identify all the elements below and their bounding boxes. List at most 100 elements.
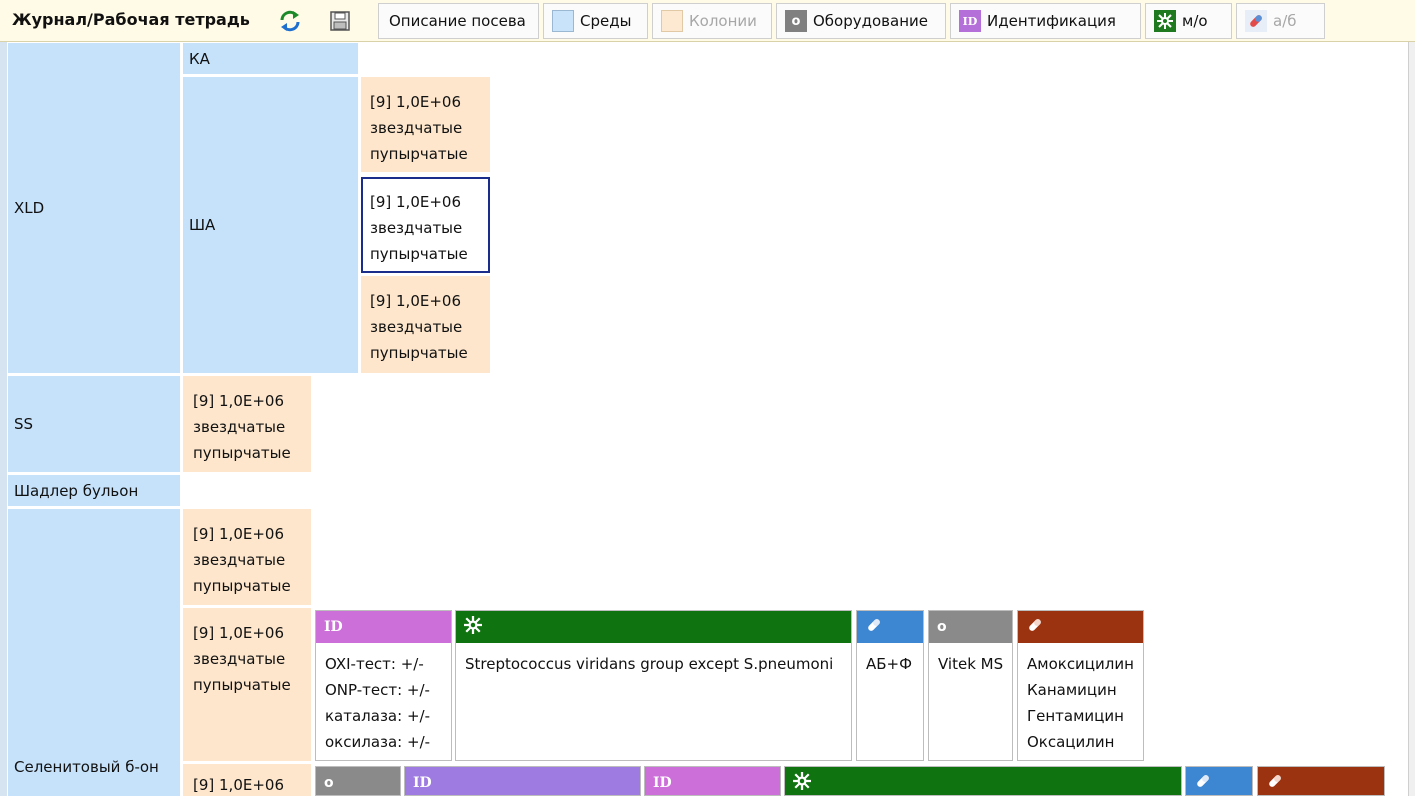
antibiotics-box[interactable]: Амоксицилин Канамицин Гентамицин Оксацил… bbox=[1017, 610, 1144, 761]
equipment-box[interactable]: o Vitek MS bbox=[928, 610, 1013, 761]
colony-card[interactable]: [9] 1,0E+06 звездчатые пупырчатые bbox=[183, 376, 311, 472]
identification-icon: ID bbox=[959, 10, 981, 32]
microorganism-name: Streptococcus viridans group except S.pn… bbox=[465, 655, 834, 673]
media-selenite-label: Селенитовый б-он bbox=[14, 758, 159, 776]
colony-count: [9] 1,0E+06 bbox=[193, 392, 285, 410]
colony-surface: пупырчатые bbox=[193, 444, 291, 462]
pill-icon bbox=[1194, 772, 1212, 794]
seeding-description-button[interactable]: Описание посева bbox=[378, 3, 539, 39]
left-edge-bar bbox=[0, 42, 7, 796]
colony-card[interactable]: [9] 1,0E+06 звездчатые пупырчатые bbox=[361, 77, 490, 172]
id-icon: ID bbox=[653, 775, 672, 791]
id-icon: ID bbox=[324, 619, 343, 635]
media-button[interactable]: Среды bbox=[543, 3, 648, 39]
colonies-button[interactable]: Колонии bbox=[652, 3, 772, 39]
identification-box[interactable]: ID bbox=[644, 766, 781, 796]
media-shadler-broth[interactable]: Шадлер бульон bbox=[8, 475, 180, 506]
ab-method-value: АБ+Ф bbox=[866, 655, 913, 673]
microorganism-header bbox=[785, 767, 1181, 795]
test-result: ONP-тест: +/- bbox=[325, 681, 430, 699]
microorganism-icon bbox=[464, 616, 482, 638]
microorganism-icon bbox=[793, 772, 811, 794]
colony-surface: пупырчатые bbox=[193, 676, 291, 694]
antibiotics-header bbox=[1258, 767, 1384, 795]
pill-icon bbox=[865, 616, 883, 638]
equipment-box[interactable]: o bbox=[315, 766, 401, 796]
colony-shape: звездчатые bbox=[193, 551, 286, 569]
media-xld[interactable]: XLD bbox=[8, 43, 180, 373]
ab-method-box[interactable]: АБ+Ф bbox=[856, 610, 924, 761]
identification-tests-box[interactable]: ID OXI-тест: +/- ONP-тест: +/- каталаза:… bbox=[315, 610, 452, 761]
media-ka[interactable]: КА bbox=[183, 43, 358, 74]
equipment-header: o bbox=[929, 611, 1012, 643]
seeding-description-label: Описание посева bbox=[389, 12, 526, 30]
identification-header: ID bbox=[316, 611, 451, 643]
colony-shape: звездчатые bbox=[193, 650, 286, 668]
identification-header: ID bbox=[645, 767, 780, 795]
vertical-scrollbar[interactable] bbox=[1408, 42, 1415, 796]
media-sha-label: ША bbox=[189, 216, 216, 234]
antibiotic-button[interactable]: а/б bbox=[1236, 3, 1325, 39]
colony-count: [9] 1,0E+06 bbox=[370, 292, 462, 310]
colony-count: [9] 1,0E+06 bbox=[193, 525, 285, 543]
media-label: Среды bbox=[580, 12, 632, 30]
ab-method-box[interactable] bbox=[1185, 766, 1253, 796]
colony-shape: звездчатые bbox=[370, 119, 463, 137]
colony-shape: звездчатые bbox=[193, 418, 286, 436]
colony-count: [9] 1,0E+06 bbox=[370, 193, 462, 211]
media-xld-label: XLD bbox=[14, 199, 45, 217]
colony-surface: пупырчатые bbox=[193, 577, 291, 595]
microorganism-box[interactable] bbox=[784, 766, 1182, 796]
save-icon[interactable] bbox=[327, 8, 353, 34]
toolbar: Журнал/Рабочая тетрадь Описание посева С… bbox=[0, 0, 1415, 42]
colony-surface: пупырчатые bbox=[370, 245, 468, 263]
page-title: Журнал/Рабочая тетрадь bbox=[12, 10, 250, 29]
equipment-icon: o bbox=[324, 775, 334, 791]
colony-card[interactable]: [9] 1,0E+06 звездчатые пупырчатые bbox=[183, 509, 311, 605]
test-result: каталаза: +/- bbox=[325, 707, 430, 725]
colony-card[interactable]: [9] 1,0E+06 bbox=[183, 764, 311, 796]
refresh-icon[interactable] bbox=[277, 8, 303, 34]
equipment-value: Vitek MS bbox=[938, 655, 1004, 673]
identification-button[interactable]: ID Идентификация bbox=[950, 3, 1141, 39]
antibiotic-item: Гентамицин bbox=[1027, 707, 1124, 725]
antibiotics-header bbox=[1018, 611, 1143, 643]
colony-surface: пупырчатые bbox=[370, 344, 468, 362]
pill-icon bbox=[1245, 10, 1267, 32]
pill-icon bbox=[1266, 772, 1284, 794]
media-selenite-broth[interactable]: Селенитовый б-он bbox=[8, 509, 180, 796]
microorganism-button[interactable]: м/о bbox=[1145, 3, 1232, 39]
identification-header: ID bbox=[405, 767, 640, 795]
media-ss[interactable]: SS bbox=[8, 376, 180, 472]
antibiotic-item: Канамицин bbox=[1027, 681, 1117, 699]
microorganism-header bbox=[456, 611, 851, 643]
microorganism-box[interactable]: Streptococcus viridans group except S.pn… bbox=[455, 610, 852, 761]
equipment-header: o bbox=[316, 767, 400, 795]
colony-count: [9] 1,0E+06 bbox=[193, 624, 285, 642]
id-icon: ID bbox=[413, 775, 432, 791]
colony-card[interactable]: [9] 1,0E+06 звездчатые пупырчатые bbox=[183, 608, 311, 761]
test-result: OXI-тест: +/- bbox=[325, 655, 424, 673]
antibiotic-item: Оксацилин bbox=[1027, 733, 1115, 751]
equipment-icon: o bbox=[937, 619, 947, 635]
ab-method-header bbox=[1186, 767, 1252, 795]
colony-count: [9] 1,0E+06 bbox=[370, 93, 462, 111]
pill-icon bbox=[1026, 616, 1044, 638]
colonies-label: Колонии bbox=[689, 12, 757, 30]
identification-box[interactable]: ID bbox=[404, 766, 641, 796]
media-sha[interactable]: ША bbox=[183, 77, 358, 373]
microorganism-label: м/о bbox=[1182, 12, 1208, 30]
microorganism-icon bbox=[1154, 10, 1176, 32]
equipment-button[interactable]: o Оборудование bbox=[776, 3, 946, 39]
equipment-icon: o bbox=[785, 10, 807, 32]
colony-shape: звездчатые bbox=[370, 318, 463, 336]
colony-count: [9] 1,0E+06 bbox=[193, 776, 285, 794]
colony-shape: звездчатые bbox=[370, 219, 463, 237]
media-shadler-label: Шадлер бульон bbox=[14, 481, 139, 500]
colony-card[interactable]: [9] 1,0E+06 звездчатые пупырчатые bbox=[361, 276, 490, 373]
antibiotics-box[interactable] bbox=[1257, 766, 1385, 796]
colony-card-selected[interactable]: [9] 1,0E+06 звездчатые пупырчатые bbox=[361, 177, 490, 273]
media-ka-label: КА bbox=[189, 49, 210, 68]
equipment-label: Оборудование bbox=[813, 12, 928, 30]
media-swatch-icon bbox=[552, 10, 574, 32]
